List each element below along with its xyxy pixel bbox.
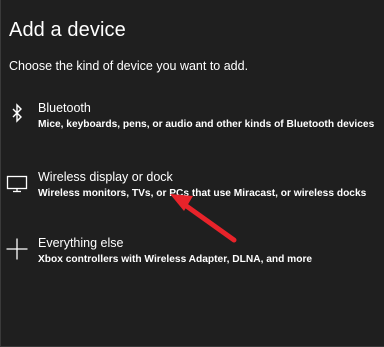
option-bluetooth-label: Bluetooth	[38, 101, 91, 115]
plus-icon	[5, 237, 29, 261]
option-everything-else[interactable]: Everything else Xbox controllers with Wi…	[1, 235, 384, 279]
bluetooth-icon	[5, 102, 29, 126]
option-everything-else-label: Everything else	[38, 236, 124, 250]
option-wireless-display[interactable]: Wireless display or dock Wireless monito…	[1, 169, 384, 213]
dialog-subtitle: Choose the kind of device you want to ad…	[9, 59, 249, 73]
add-device-dialog: Add a device Choose the kind of device y…	[0, 0, 384, 347]
monitor-icon	[5, 171, 29, 195]
option-bluetooth-description: Mice, keyboards, pens, or audio and othe…	[38, 119, 375, 130]
option-wireless-display-description: Wireless monitors, TVs, or PCs that use …	[38, 188, 367, 199]
dialog-title: Add a device	[9, 19, 126, 41]
option-wireless-display-label: Wireless display or dock	[38, 170, 173, 184]
option-bluetooth[interactable]: Bluetooth Mice, keyboards, pens, or audi…	[1, 100, 384, 144]
option-everything-else-description: Xbox controllers with Wireless Adapter, …	[38, 254, 313, 265]
